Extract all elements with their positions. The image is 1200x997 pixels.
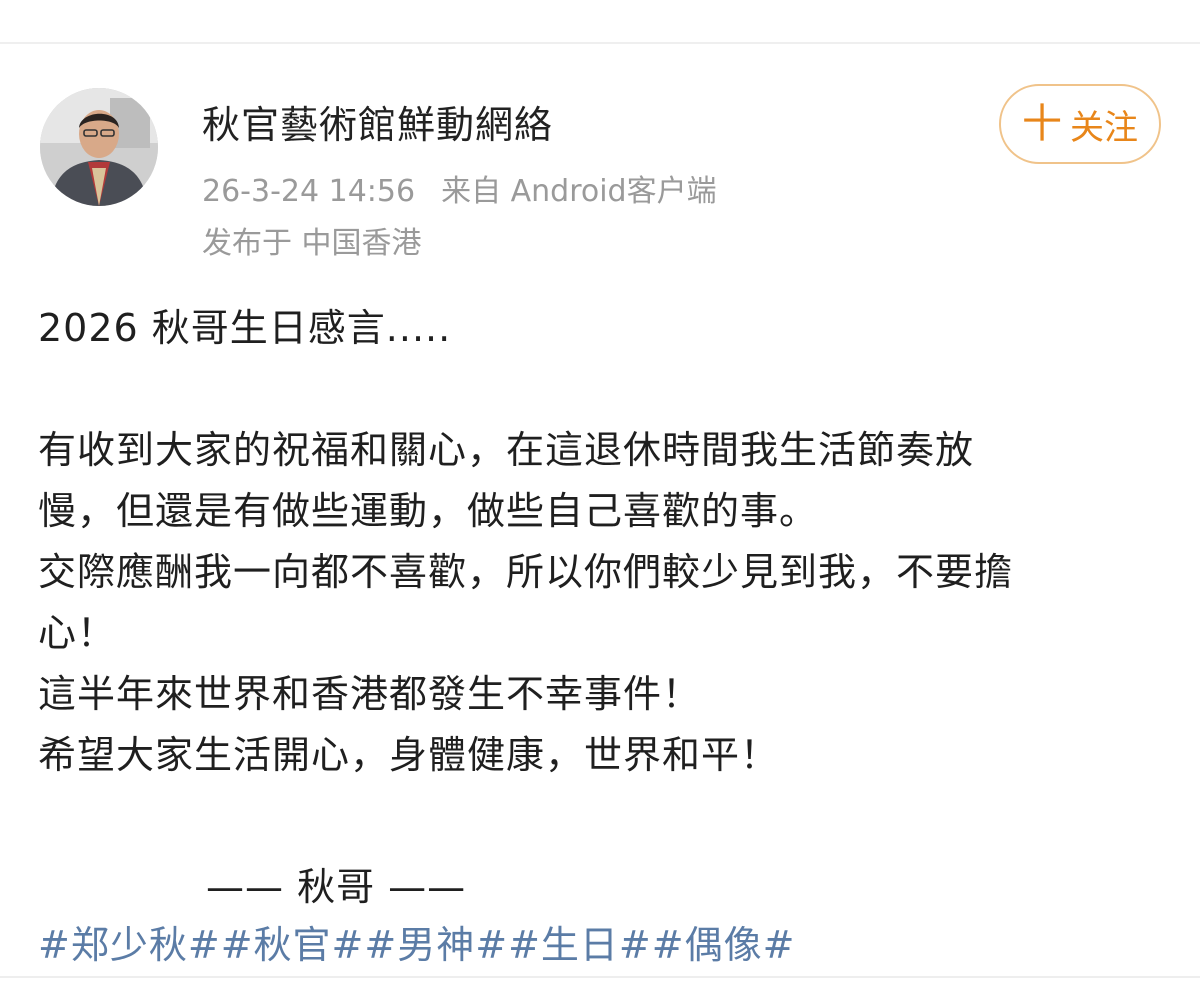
post-line: 這半年來世界和香港都發生不幸事件！ bbox=[38, 672, 702, 716]
post-line: 慢，但還是有做些運動，做些自己喜歡的事。 bbox=[38, 489, 819, 533]
post-line: 希望大家生活開心，身體健康，世界和平！ bbox=[38, 733, 780, 777]
post-signature: —— 秋哥 —— bbox=[206, 865, 467, 909]
bottom-divider bbox=[0, 976, 1200, 978]
avatar[interactable] bbox=[40, 88, 158, 206]
plus-icon: 十 bbox=[1022, 101, 1062, 147]
hashtag-link[interactable]: #偶像# bbox=[652, 923, 796, 967]
post-meta: 26-3-24 14:56 来自 Android客户端 bbox=[202, 166, 717, 210]
post-content: 2026 秋哥生日感言..... 有收到大家的祝福和關心，在這退休時間我生活節奏… bbox=[38, 298, 1163, 786]
hashtag-link[interactable]: #男神# bbox=[364, 923, 508, 967]
hashtag-link[interactable]: #生日# bbox=[508, 923, 652, 967]
post-line: 心！ bbox=[38, 611, 117, 655]
hashtag-link[interactable]: #秋官# bbox=[221, 923, 365, 967]
post-line: 交際應酬我一向都不喜歡，所以你們較少見到我，不要擔 bbox=[38, 550, 1014, 594]
post-location: 发布于 中国香港 bbox=[202, 226, 422, 261]
profile-photo-icon bbox=[40, 88, 158, 206]
hashtag-link[interactable]: #郑少秋# bbox=[38, 923, 221, 967]
post-title: 2026 秋哥生日感言..... bbox=[38, 306, 452, 350]
hashtag-list: #郑少秋##秋官##男神##生日##偶像# bbox=[38, 914, 795, 969]
post-timestamp: 26-3-24 14:56 bbox=[202, 174, 416, 209]
post-source: 来自 Android客户端 bbox=[441, 174, 717, 209]
post-line: 有收到大家的祝福和關心，在這退休時間我生活節奏放 bbox=[38, 428, 975, 472]
top-divider bbox=[0, 42, 1200, 44]
author-name[interactable]: 秋官藝術館鮮動網絡 bbox=[202, 94, 553, 149]
follow-label: 关注 bbox=[1070, 107, 1138, 148]
weibo-post-screen: 秋官藝術館鮮動網絡 26-3-24 14:56 来自 Android客户端 发布于… bbox=[0, 0, 1200, 997]
follow-button[interactable]: 十关注 bbox=[999, 84, 1161, 164]
